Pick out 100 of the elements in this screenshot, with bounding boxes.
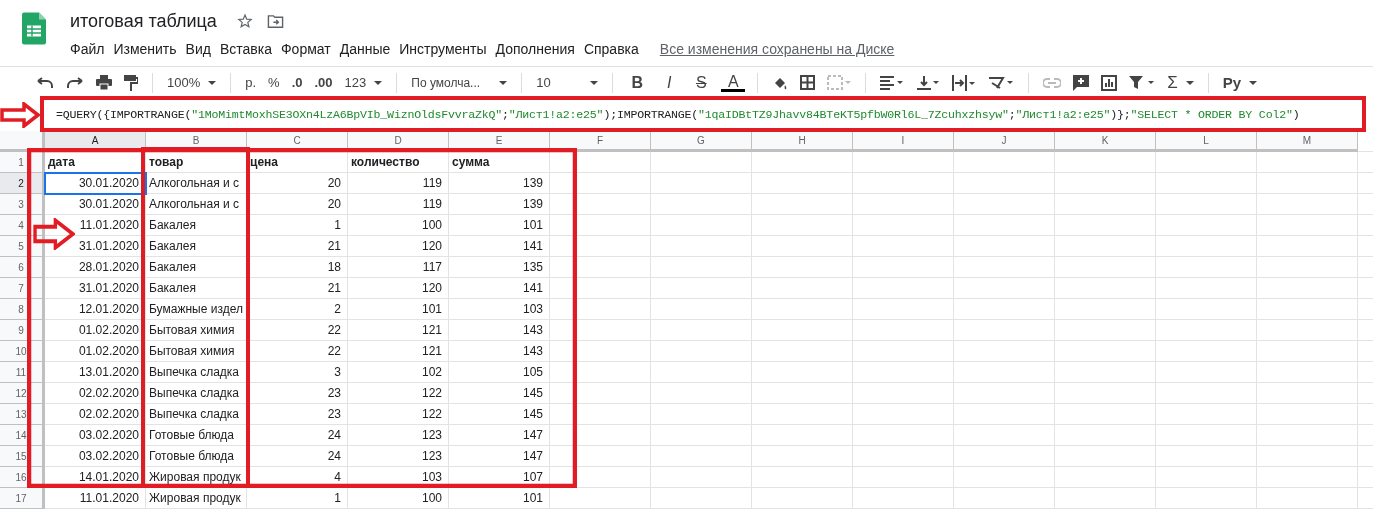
font-dropdown[interactable]: По умолча... [409, 75, 510, 90]
input-tools-dropdown[interactable]: Pу [1220, 74, 1260, 91]
text-color-button[interactable]: A [721, 73, 746, 92]
menu-item[interactable]: Вставка [219, 41, 278, 57]
table-cell-text: Бытовая химия [148, 322, 236, 339]
text-wrap-icon[interactable] [952, 74, 977, 91]
document-title[interactable]: итоговая таблица [70, 10, 217, 32]
column-header[interactable]: L [1156, 131, 1257, 152]
table-cell: 30.01.2020 [45, 173, 146, 194]
table-cell-text: Жировая продук [148, 490, 242, 507]
table-cell-text: 101 [420, 301, 443, 318]
row-header[interactable]: 12 [0, 383, 45, 404]
row-header[interactable]: 17 [0, 488, 45, 509]
table-cell-text: 21 [326, 238, 342, 255]
save-status-link[interactable]: Все изменения сохранены на Диске [659, 41, 895, 57]
increase-decimals-button[interactable]: .00 [312, 75, 335, 90]
row-header[interactable]: 7 [0, 278, 45, 299]
table-cell-text: 120 [420, 280, 443, 297]
row-header[interactable]: 15 [0, 446, 45, 467]
currency-format-button[interactable]: р. [243, 75, 259, 90]
row-header[interactable]: 11 [0, 362, 45, 383]
zoom-dropdown[interactable]: 100% [165, 75, 219, 90]
table-cell-text: Выпечка сладка [148, 406, 241, 423]
menu-item[interactable]: Справка [583, 41, 645, 57]
row-header[interactable]: 8 [0, 299, 45, 320]
row-header[interactable]: 14 [0, 425, 45, 446]
align-icon[interactable] [880, 75, 905, 90]
table-cell-text: 30.01.2020 [77, 196, 140, 213]
table-cell-text: 119 [421, 175, 443, 192]
menu-item[interactable]: Изменить [113, 41, 183, 57]
table-cell-text: 21 [326, 280, 342, 297]
table-cell-text: 1 [333, 490, 342, 507]
table-cell-text: 3 [333, 364, 342, 381]
column-header[interactable]: G [651, 131, 752, 152]
table-cell-text: 11.01.2020 [78, 490, 140, 507]
move-folder-icon[interactable] [266, 13, 284, 29]
bold-button[interactable]: B [625, 73, 650, 92]
menu-item[interactable]: Формат [280, 41, 337, 57]
table-cell-text: 135 [521, 259, 544, 276]
text-rotation-icon[interactable] [988, 75, 1015, 90]
table-cell-text: Алкогольная и с [148, 196, 240, 213]
table-cell-text: Готовые блюда [148, 448, 235, 465]
paint-format-icon[interactable] [124, 74, 138, 91]
table-cell-text: Бакалея [148, 217, 197, 234]
sheets-logo-icon[interactable] [22, 12, 46, 45]
column-header[interactable]: J [954, 131, 1055, 152]
column-header[interactable]: I [853, 131, 954, 152]
table-cell-text: 101 [521, 217, 544, 234]
percent-format-button[interactable]: % [266, 75, 282, 90]
functions-dropdown[interactable]: Σ [1165, 72, 1196, 93]
italic-button[interactable]: I [657, 73, 682, 92]
table-cell-text: 121 [420, 322, 443, 339]
table-cell-text: 105 [521, 364, 544, 381]
table-cell-text: 102 [420, 364, 443, 381]
table-cell-text: 143 [521, 343, 544, 360]
strikethrough-button[interactable]: S [689, 73, 714, 92]
row-header[interactable]: 10 [0, 341, 45, 362]
borders-icon[interactable] [800, 75, 816, 90]
star-icon[interactable] [236, 13, 253, 29]
table-cell-text: 02.02.2020 [77, 385, 140, 402]
arrow-icon [33, 218, 75, 250]
row-header[interactable]: 6 [0, 257, 45, 278]
print-icon[interactable] [96, 75, 112, 90]
table-cell-text: Бакалея [148, 238, 197, 255]
redo-icon[interactable] [66, 76, 84, 89]
menu-item[interactable]: Данные [339, 41, 397, 57]
table-cell-text: Выпечка сладка [148, 364, 241, 381]
undo-icon[interactable] [36, 76, 54, 89]
row-header[interactable]: 13 [0, 404, 45, 425]
number-format-dropdown[interactable]: 123 [342, 75, 385, 90]
font-size-dropdown[interactable]: 10 [534, 75, 601, 90]
row-header[interactable]: 1 [0, 152, 45, 173]
column-header[interactable]: H [752, 131, 853, 152]
column-header[interactable]: M [1257, 131, 1358, 152]
decrease-decimals-button[interactable]: .0 [289, 75, 305, 90]
menu-item[interactable]: Файл [70, 41, 111, 57]
select-all-corner[interactable] [0, 131, 45, 152]
table-cell-text: 1 [333, 217, 342, 234]
vertical-align-icon[interactable] [916, 75, 941, 90]
table-cell-text: 145 [521, 385, 544, 402]
merge-cells-icon[interactable] [827, 75, 852, 90]
table-cell-text: 03.02.2020 [77, 448, 140, 465]
column-header[interactable]: K [1055, 131, 1156, 152]
table-cell-text: 01.02.2020 [77, 343, 140, 360]
menu-item[interactable]: Вид [185, 41, 217, 57]
table-cell-text: 23 [326, 406, 342, 423]
filter-icon[interactable] [1129, 75, 1156, 90]
table-cell-text: 147 [521, 427, 544, 444]
comment-icon[interactable] [1073, 74, 1090, 91]
menu-item[interactable]: Дополнения [495, 41, 581, 57]
table-cell-text: 121 [420, 343, 443, 360]
table-cell-text: 02.02.2020 [77, 406, 140, 423]
table-cell-text: Бакалея [148, 259, 197, 276]
table-cell-text: сумма [451, 154, 491, 171]
row-header[interactable]: 9 [0, 320, 45, 341]
row-header[interactable]: 3 [0, 194, 45, 215]
menu-item[interactable]: Инструменты [399, 41, 493, 57]
table-cell-text: 117 [421, 259, 443, 276]
chart-icon[interactable] [1101, 74, 1118, 91]
table-cell-text: 123 [420, 427, 443, 444]
